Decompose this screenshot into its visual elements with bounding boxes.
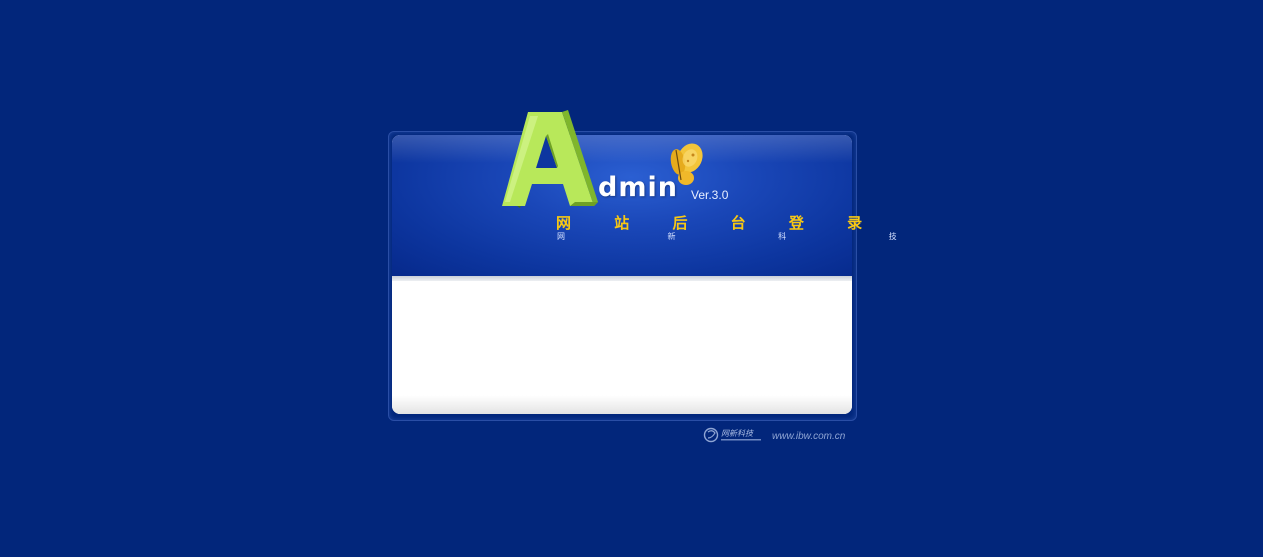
butterfly-icon xyxy=(670,143,703,185)
banner-highlight xyxy=(392,135,852,163)
login-page: dmin Ver.3.0 网 站 后 台 登 录 网 新 科 技 网新科技 ww… xyxy=(0,0,1263,557)
page-title: 网 站 后 台 登 录 xyxy=(556,214,882,232)
version-label: Ver.3.0 xyxy=(691,188,729,202)
login-form-area xyxy=(392,281,852,414)
header-banner xyxy=(392,135,852,276)
footer-url: www.ibw.com.cn xyxy=(772,431,846,442)
company-logo-icon: 网新科技 xyxy=(703,427,761,443)
logo-a-icon xyxy=(502,110,598,208)
company-logo-text: 网新科技 xyxy=(721,429,754,438)
company-subtitle: 网 新 科 技 xyxy=(557,232,947,241)
